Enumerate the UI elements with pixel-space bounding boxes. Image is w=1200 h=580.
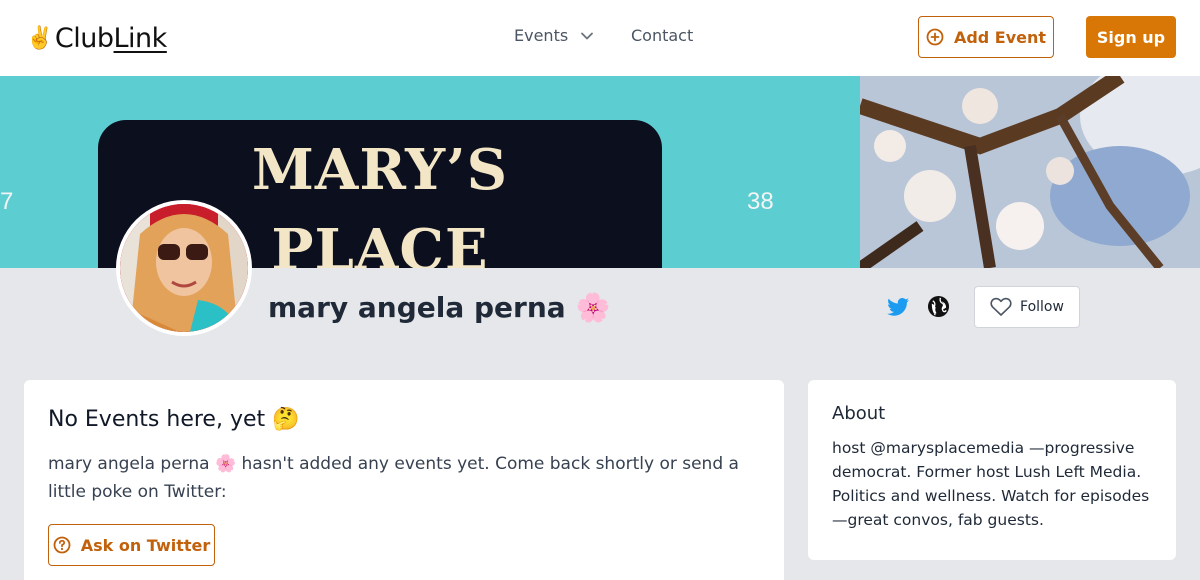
plus-circle-icon: [926, 28, 944, 46]
add-event-label: Add Event: [953, 27, 1047, 47]
about-card: About host @marysplacemedia —progressive…: [808, 380, 1176, 560]
logo-text-club: Club: [54, 22, 114, 54]
events-empty-message: mary angela perna 🌸 hasn't added any eve…: [48, 454, 739, 502]
follow-button[interactable]: Follow: [974, 286, 1080, 328]
events-title-text: No Events here, yet: [48, 407, 266, 432]
globe-icon[interactable]: [927, 295, 950, 318]
nav-events-label: Events: [514, 26, 569, 45]
question-circle-icon: [53, 536, 71, 554]
about-text: host @marysplacemedia —progressive democ…: [832, 439, 1150, 529]
profile-name: mary angela perna 🌸: [268, 286, 611, 328]
events-card: No Events here, yet 🤔 mary angela perna …: [24, 380, 784, 580]
nav-contact-link[interactable]: Contact: [631, 26, 693, 45]
heart-icon: [990, 297, 1012, 316]
banner-blossom-photo: [860, 76, 1200, 268]
events-empty-title: No Events here, yet 🤔: [48, 404, 760, 436]
banner-sign-line1: MARY’S: [251, 137, 509, 203]
twitter-icon[interactable]: [886, 295, 910, 319]
chevron-down-icon: [581, 32, 594, 39]
sign-up-button[interactable]: Sign up: [1086, 16, 1176, 58]
about-title: About: [832, 403, 886, 424]
banner-number-left: 7: [0, 188, 14, 215]
follow-label: Follow: [1020, 299, 1064, 315]
banner-number-right: 38: [747, 188, 774, 215]
avatar-photo: [120, 204, 248, 332]
clublink-logo[interactable]: ✌️ Club Link: [26, 22, 167, 54]
logo-text-link: Link: [113, 22, 168, 54]
ask-on-twitter-label: Ask on Twitter: [80, 535, 211, 555]
ask-on-twitter-button[interactable]: Ask on Twitter: [48, 524, 215, 566]
peace-hand-emoji: ✌️: [26, 25, 53, 51]
profile-avatar: [116, 200, 252, 336]
top-header: ✌️ Club Link Events Contact Add Event Sign…: [0, 0, 1200, 76]
cherry-blossom-emoji: 🌸: [575, 290, 611, 324]
profile-name-text: mary angela perna: [268, 290, 566, 324]
add-event-button[interactable]: Add Event: [918, 16, 1054, 58]
thinking-face-emoji: 🤔: [272, 407, 300, 432]
nav-events-dropdown[interactable]: Events: [514, 26, 594, 45]
